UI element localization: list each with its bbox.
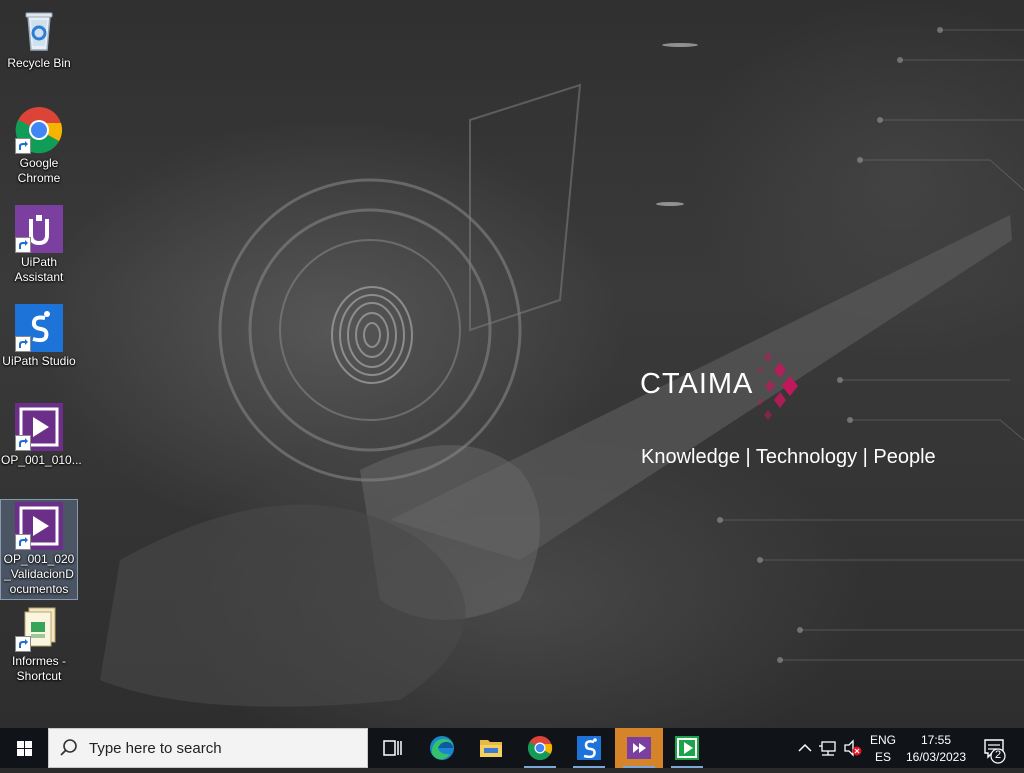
action-center-button[interactable]: 2 <box>978 728 1018 768</box>
network-button[interactable] <box>817 728 841 768</box>
windows-logo-icon <box>17 741 32 756</box>
show-hidden-icons-button[interactable] <box>795 728 815 768</box>
desktop-icon-label: UiPath Studio <box>2 354 76 368</box>
task-view-icon <box>383 740 402 756</box>
desktop-icon-op-001-010[interactable]: OP_001_010... <box>1 403 82 468</box>
uipath-assistant-icon <box>15 205 63 253</box>
desktop-icon-label: Google Chrome <box>17 156 61 185</box>
folder-shortcut-icon <box>15 604 63 652</box>
desktop-icon-op-001-020[interactable]: OP_001_020_ValidacionDocumentos <box>0 499 78 600</box>
uipath-studio-icon <box>15 304 63 352</box>
search-placeholder: Type here to search <box>89 740 222 757</box>
desktop-icon-uipath-assistant[interactable]: UiPath Assistant <box>1 205 77 285</box>
desktop-icon-uipath-studio[interactable]: UiPath Studio <box>1 304 77 369</box>
desktop-icon-label: Recycle Bin <box>7 56 71 70</box>
input-language-button[interactable]: ENG ES <box>866 728 900 768</box>
taskbar-search-box[interactable]: Type here to search <box>48 728 368 768</box>
brand-name: CTAIMA <box>640 368 754 400</box>
volume-muted-icon <box>844 739 862 757</box>
chrome-icon <box>15 106 63 154</box>
desktop-icon-recycle-bin[interactable]: Recycle Bin <box>1 6 77 71</box>
chrome-icon <box>527 736 553 761</box>
search-icon <box>60 739 77 756</box>
desktop-icon-label: OP_001_020_ValidacionDocumentos <box>3 552 75 596</box>
desktop-wallpaper: CTAIMA Knowledge | Technology | People <box>0 0 1024 728</box>
clock-time: 17:55 <box>920 733 952 747</box>
shortcut-arrow-icon <box>15 435 31 451</box>
taskbar-uipath-studio-button[interactable] <box>565 728 613 768</box>
edge-icon <box>430 736 454 760</box>
notifications-icon <box>984 739 1006 764</box>
taskbar: Type here to search ENG ES 17:55 16/03/2… <box>0 728 1024 768</box>
shortcut-arrow-icon <box>15 636 31 652</box>
start-button[interactable] <box>0 728 48 768</box>
taskbar-file-explorer-button[interactable] <box>467 728 515 768</box>
uipath-studio-icon <box>577 736 601 760</box>
taskbar-uipath-assistant-button[interactable] <box>615 728 663 768</box>
brand-tagline: Knowledge | Technology | People <box>641 446 936 468</box>
keyboard-layout: ES <box>874 750 891 764</box>
notification-count-badge: 2 <box>994 749 1002 761</box>
desktop-icon-label: UiPath Assistant <box>14 255 64 284</box>
shortcut-arrow-icon <box>15 534 31 550</box>
taskbar-chrome-button[interactable] <box>516 728 564 768</box>
folder-icon <box>480 740 502 757</box>
desktop-icon-label: OP_001_010... <box>1 453 82 467</box>
taskbar-edge-button[interactable] <box>418 728 466 768</box>
taskbar-uipath-robot-button[interactable] <box>663 728 711 768</box>
uipath-assistant-icon <box>627 737 651 759</box>
network-icon <box>819 741 836 756</box>
chevron-up-icon <box>798 743 812 752</box>
shortcut-arrow-icon <box>15 336 31 352</box>
task-view-button[interactable] <box>368 728 416 768</box>
desktop-icon-informes-shortcut[interactable]: Informes - Shortcut <box>1 604 77 684</box>
shortcut-arrow-icon <box>15 237 31 253</box>
uipath-robot-icon <box>675 736 699 760</box>
uipath-process-icon <box>15 502 63 550</box>
wallpaper-graphics <box>100 27 1024 707</box>
input-language: ENG <box>869 733 896 747</box>
uipath-process-icon <box>15 403 63 451</box>
recycle-bin-icon <box>15 6 63 54</box>
shortcut-arrow-icon <box>15 138 31 154</box>
volume-button[interactable] <box>842 728 864 768</box>
desktop-icon-google-chrome[interactable]: Google Chrome <box>1 106 77 186</box>
desktop-icon-label: Informes - Shortcut <box>11 654 66 683</box>
clock-date: 16/03/2023 <box>905 750 967 764</box>
clock-button[interactable]: 17:55 16/03/2023 <box>902 728 970 768</box>
